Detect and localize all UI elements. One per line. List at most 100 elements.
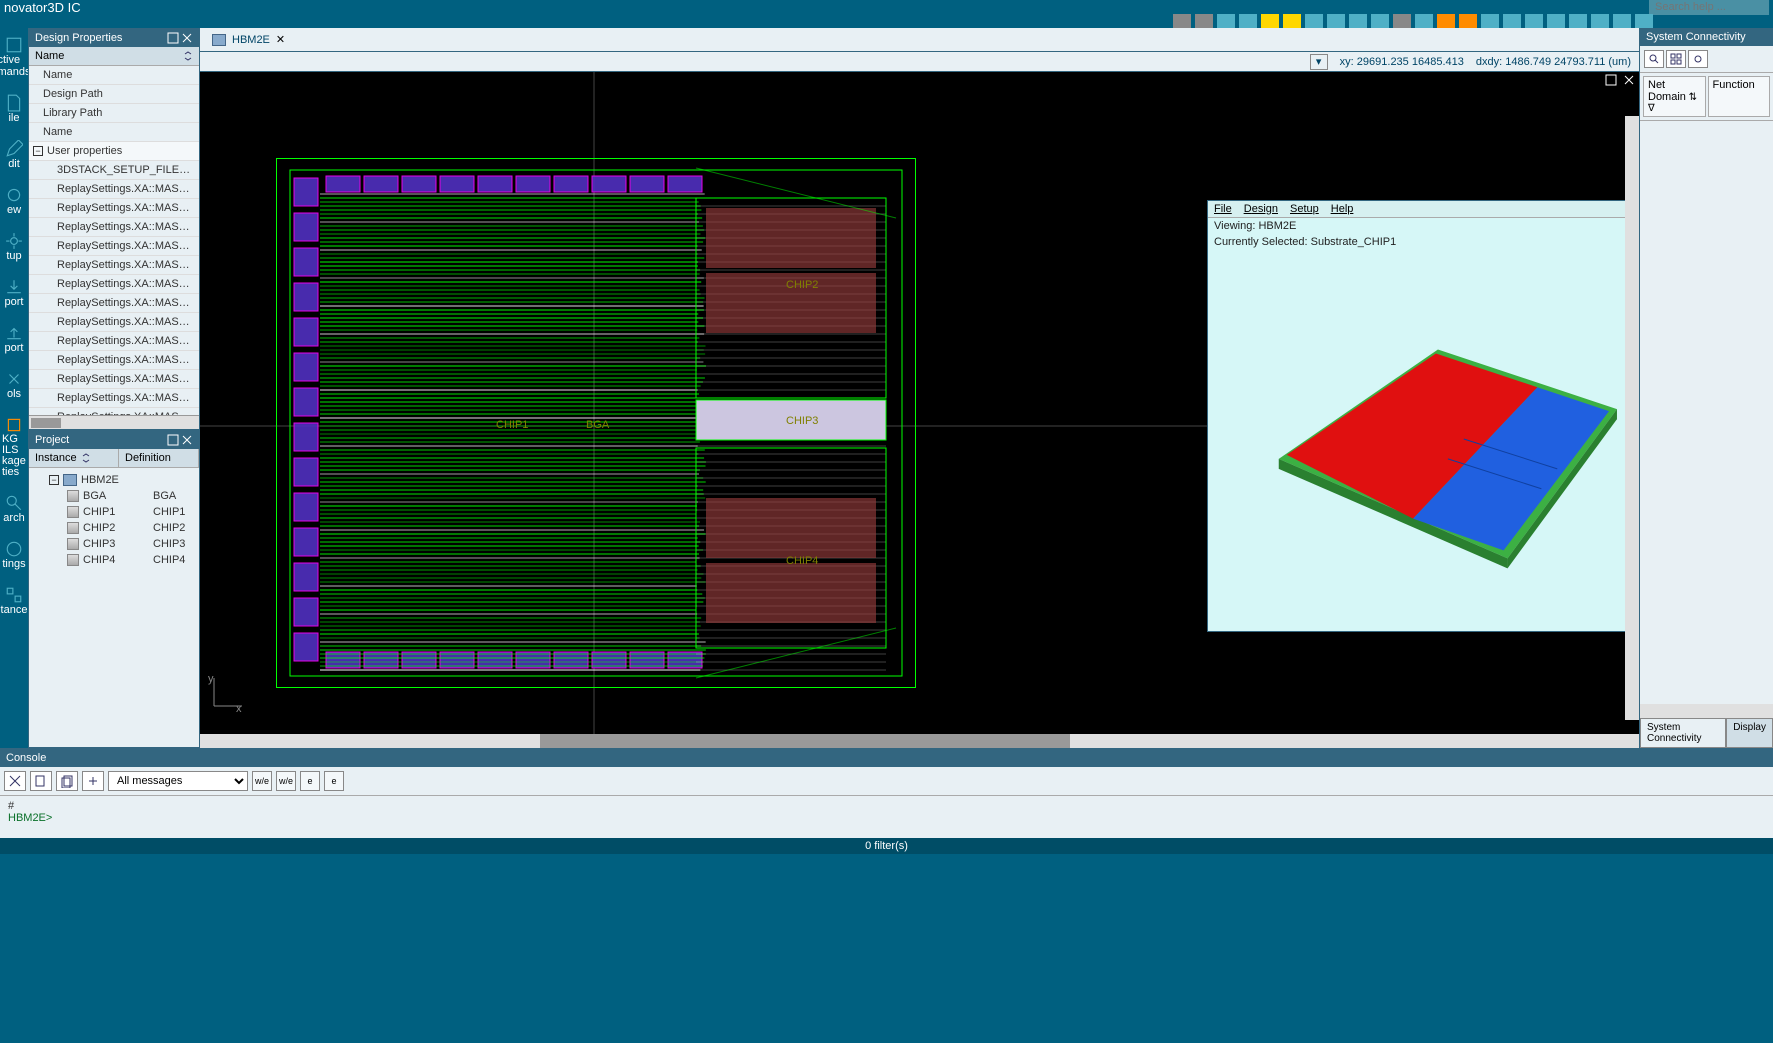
toolbar-icon[interactable] <box>1591 14 1609 28</box>
collapse-icon[interactable]: − <box>33 146 43 156</box>
layout-canvas[interactable]: CHIP1 BGA CHIP2 CHIP3 CHIP4 y x File Des… <box>200 72 1639 734</box>
canvas-vscroll[interactable] <box>1625 116 1639 720</box>
console-filter-e[interactable]: e <box>300 771 320 791</box>
sort-icon[interactable] <box>183 51 193 61</box>
console-filter-we2[interactable]: w/e <box>276 771 296 791</box>
props-group[interactable]: −User properties <box>29 142 199 161</box>
tab-system-connectivity[interactable]: System Connectivity <box>1640 718 1726 748</box>
panel-close-icon[interactable] <box>181 434 193 446</box>
prop-row[interactable]: Name <box>29 66 199 85</box>
panel-close-icon[interactable] <box>181 32 193 44</box>
prop-row[interactable]: ReplaySettings.XA::MASK::C... <box>29 351 199 370</box>
activity-item-search[interactable]: arch <box>0 486 28 532</box>
activity-item-file[interactable]: ile <box>0 86 28 132</box>
prop-row[interactable]: ReplaySettings.XA::MASK::C... <box>29 180 199 199</box>
prop-row[interactable]: Name <box>29 123 199 142</box>
toolbar-icon[interactable] <box>1327 14 1345 28</box>
menu-file[interactable]: File <box>1214 203 1232 215</box>
toolbar-icon[interactable] <box>1503 14 1521 28</box>
panel-restore-icon[interactable] <box>167 32 179 44</box>
toolbar-icon[interactable] <box>1525 14 1543 28</box>
prop-row[interactable]: ReplaySettings.XA::MASK::C... <box>29 370 199 389</box>
proj-col-instance[interactable]: Instance <box>29 449 119 467</box>
prop-row[interactable]: Design Path <box>29 85 199 104</box>
link-icon[interactable] <box>1688 50 1708 68</box>
proj-col-definition[interactable]: Definition <box>119 449 199 467</box>
toolbar-icon[interactable] <box>1195 14 1213 28</box>
activity-item-setup[interactable]: tup <box>0 224 28 270</box>
toolbar-icon[interactable] <box>1569 14 1587 28</box>
canvas-restore-icon[interactable] <box>1605 74 1617 86</box>
project-item[interactable]: BGABGA <box>33 488 195 504</box>
prop-row[interactable]: ReplaySettings.XA::MASK::C... <box>29 256 199 275</box>
activity-item-edit[interactable]: dit <box>0 132 28 178</box>
project-item[interactable]: CHIP3CHIP3 <box>33 536 195 552</box>
console-filter-we[interactable]: w/e <box>252 771 272 791</box>
prop-row[interactable]: 3DSTACK_SETUP_FILE_PATH <box>29 161 199 180</box>
activity-item-import[interactable]: port <box>0 270 28 316</box>
prop-row[interactable]: Library Path <box>29 104 199 123</box>
canvas-close-icon[interactable] <box>1623 74 1635 86</box>
prop-row[interactable]: ReplaySettings.XA::MASK::C... <box>29 199 199 218</box>
activity-item-tools[interactable]: ols <box>0 362 28 408</box>
prop-row[interactable]: ReplaySettings.XA::MASK::C... <box>29 275 199 294</box>
console-copy2-icon[interactable] <box>56 771 78 791</box>
project-item[interactable]: CHIP4CHIP4 <box>33 552 195 568</box>
activity-item[interactable]: ctive mands <box>0 28 28 86</box>
project-tree[interactable]: − HBM2E BGABGACHIP1CHIP1CHIP2CHIP2CHIP3C… <box>29 468 199 572</box>
tab-display[interactable]: Display <box>1726 718 1773 748</box>
toolbar-icon[interactable] <box>1283 14 1301 28</box>
activity-item-export[interactable]: port <box>0 316 28 362</box>
prop-row[interactable]: ReplaySettings.XA::MASK::C... <box>29 237 199 256</box>
props-list[interactable]: NameDesign PathLibrary PathName−User pro… <box>29 66 199 415</box>
toolbar-icon[interactable] <box>1547 14 1565 28</box>
panel-restore-icon[interactable] <box>167 434 179 446</box>
menu-setup[interactable]: Setup <box>1290 203 1319 215</box>
collapse-icon[interactable]: − <box>49 475 59 485</box>
toolbar-icon[interactable] <box>1173 14 1191 28</box>
project-item[interactable]: CHIP1CHIP1 <box>33 504 195 520</box>
col-net-domain[interactable]: Net Domain ⇅ ∇ <box>1643 76 1706 117</box>
coords-dropdown[interactable]: ▾ <box>1310 54 1328 70</box>
prop-row[interactable]: ReplaySettings.XA::MASK::C... <box>29 313 199 332</box>
prop-row[interactable]: ReplaySettings.XA::MASK::C... <box>29 294 199 313</box>
grid-icon[interactable] <box>1666 50 1686 68</box>
search-help-input[interactable] <box>1649 0 1769 15</box>
toolbar-icon[interactable] <box>1393 14 1411 28</box>
prop-row[interactable]: ReplaySettings.XA::MASK::C... <box>29 332 199 351</box>
menu-help[interactable]: Help <box>1331 203 1354 215</box>
toolbar-icon[interactable] <box>1415 14 1433 28</box>
toolbar-icon[interactable] <box>1635 14 1653 28</box>
sort-icon[interactable] <box>81 453 91 463</box>
prop-row[interactable]: ReplaySettings.XA::MASK::C... <box>29 408 199 415</box>
toolbar-icon[interactable] <box>1613 14 1631 28</box>
project-root[interactable]: − HBM2E <box>33 472 195 488</box>
toolbar-icon[interactable] <box>1481 14 1499 28</box>
toolbar-icon[interactable] <box>1349 14 1367 28</box>
activity-item-view[interactable]: ew <box>0 178 28 224</box>
zoom-fit-icon[interactable] <box>1644 50 1664 68</box>
tab-close-icon[interactable]: ✕ <box>276 33 285 46</box>
project-item[interactable]: CHIP2CHIP2 <box>33 520 195 536</box>
toolbar-icon[interactable] <box>1437 14 1455 28</box>
console-btn[interactable] <box>82 771 104 791</box>
console-btn[interactable] <box>4 771 26 791</box>
toolbar-icon[interactable] <box>1217 14 1235 28</box>
toolbar-icon[interactable] <box>1459 14 1477 28</box>
props-hscroll[interactable] <box>29 415 199 429</box>
activity-item-instance[interactable]: tance <box>0 578 28 624</box>
prop-row[interactable]: ReplaySettings.XA::MASK::C... <box>29 389 199 408</box>
toolbar-icon[interactable] <box>1261 14 1279 28</box>
canvas-hscroll[interactable] <box>200 734 1639 748</box>
sys-conn-hscroll[interactable] <box>1640 704 1773 718</box>
menu-design[interactable]: Design <box>1244 203 1278 215</box>
tab-hbm2e[interactable]: HBM2E ✕ <box>204 31 293 48</box>
toolbar-icon[interactable] <box>1239 14 1257 28</box>
toolbar-icon[interactable] <box>1305 14 1323 28</box>
viewer-3d-canvas[interactable] <box>1208 250 1638 628</box>
activity-item-pkg[interactable]: KG ILS kage ties <box>0 408 28 486</box>
console-copy-icon[interactable] <box>30 771 52 791</box>
col-function[interactable]: Function <box>1708 76 1771 117</box>
console-filter-e2[interactable]: e <box>324 771 344 791</box>
console-filter-select[interactable]: All messages <box>108 771 248 791</box>
